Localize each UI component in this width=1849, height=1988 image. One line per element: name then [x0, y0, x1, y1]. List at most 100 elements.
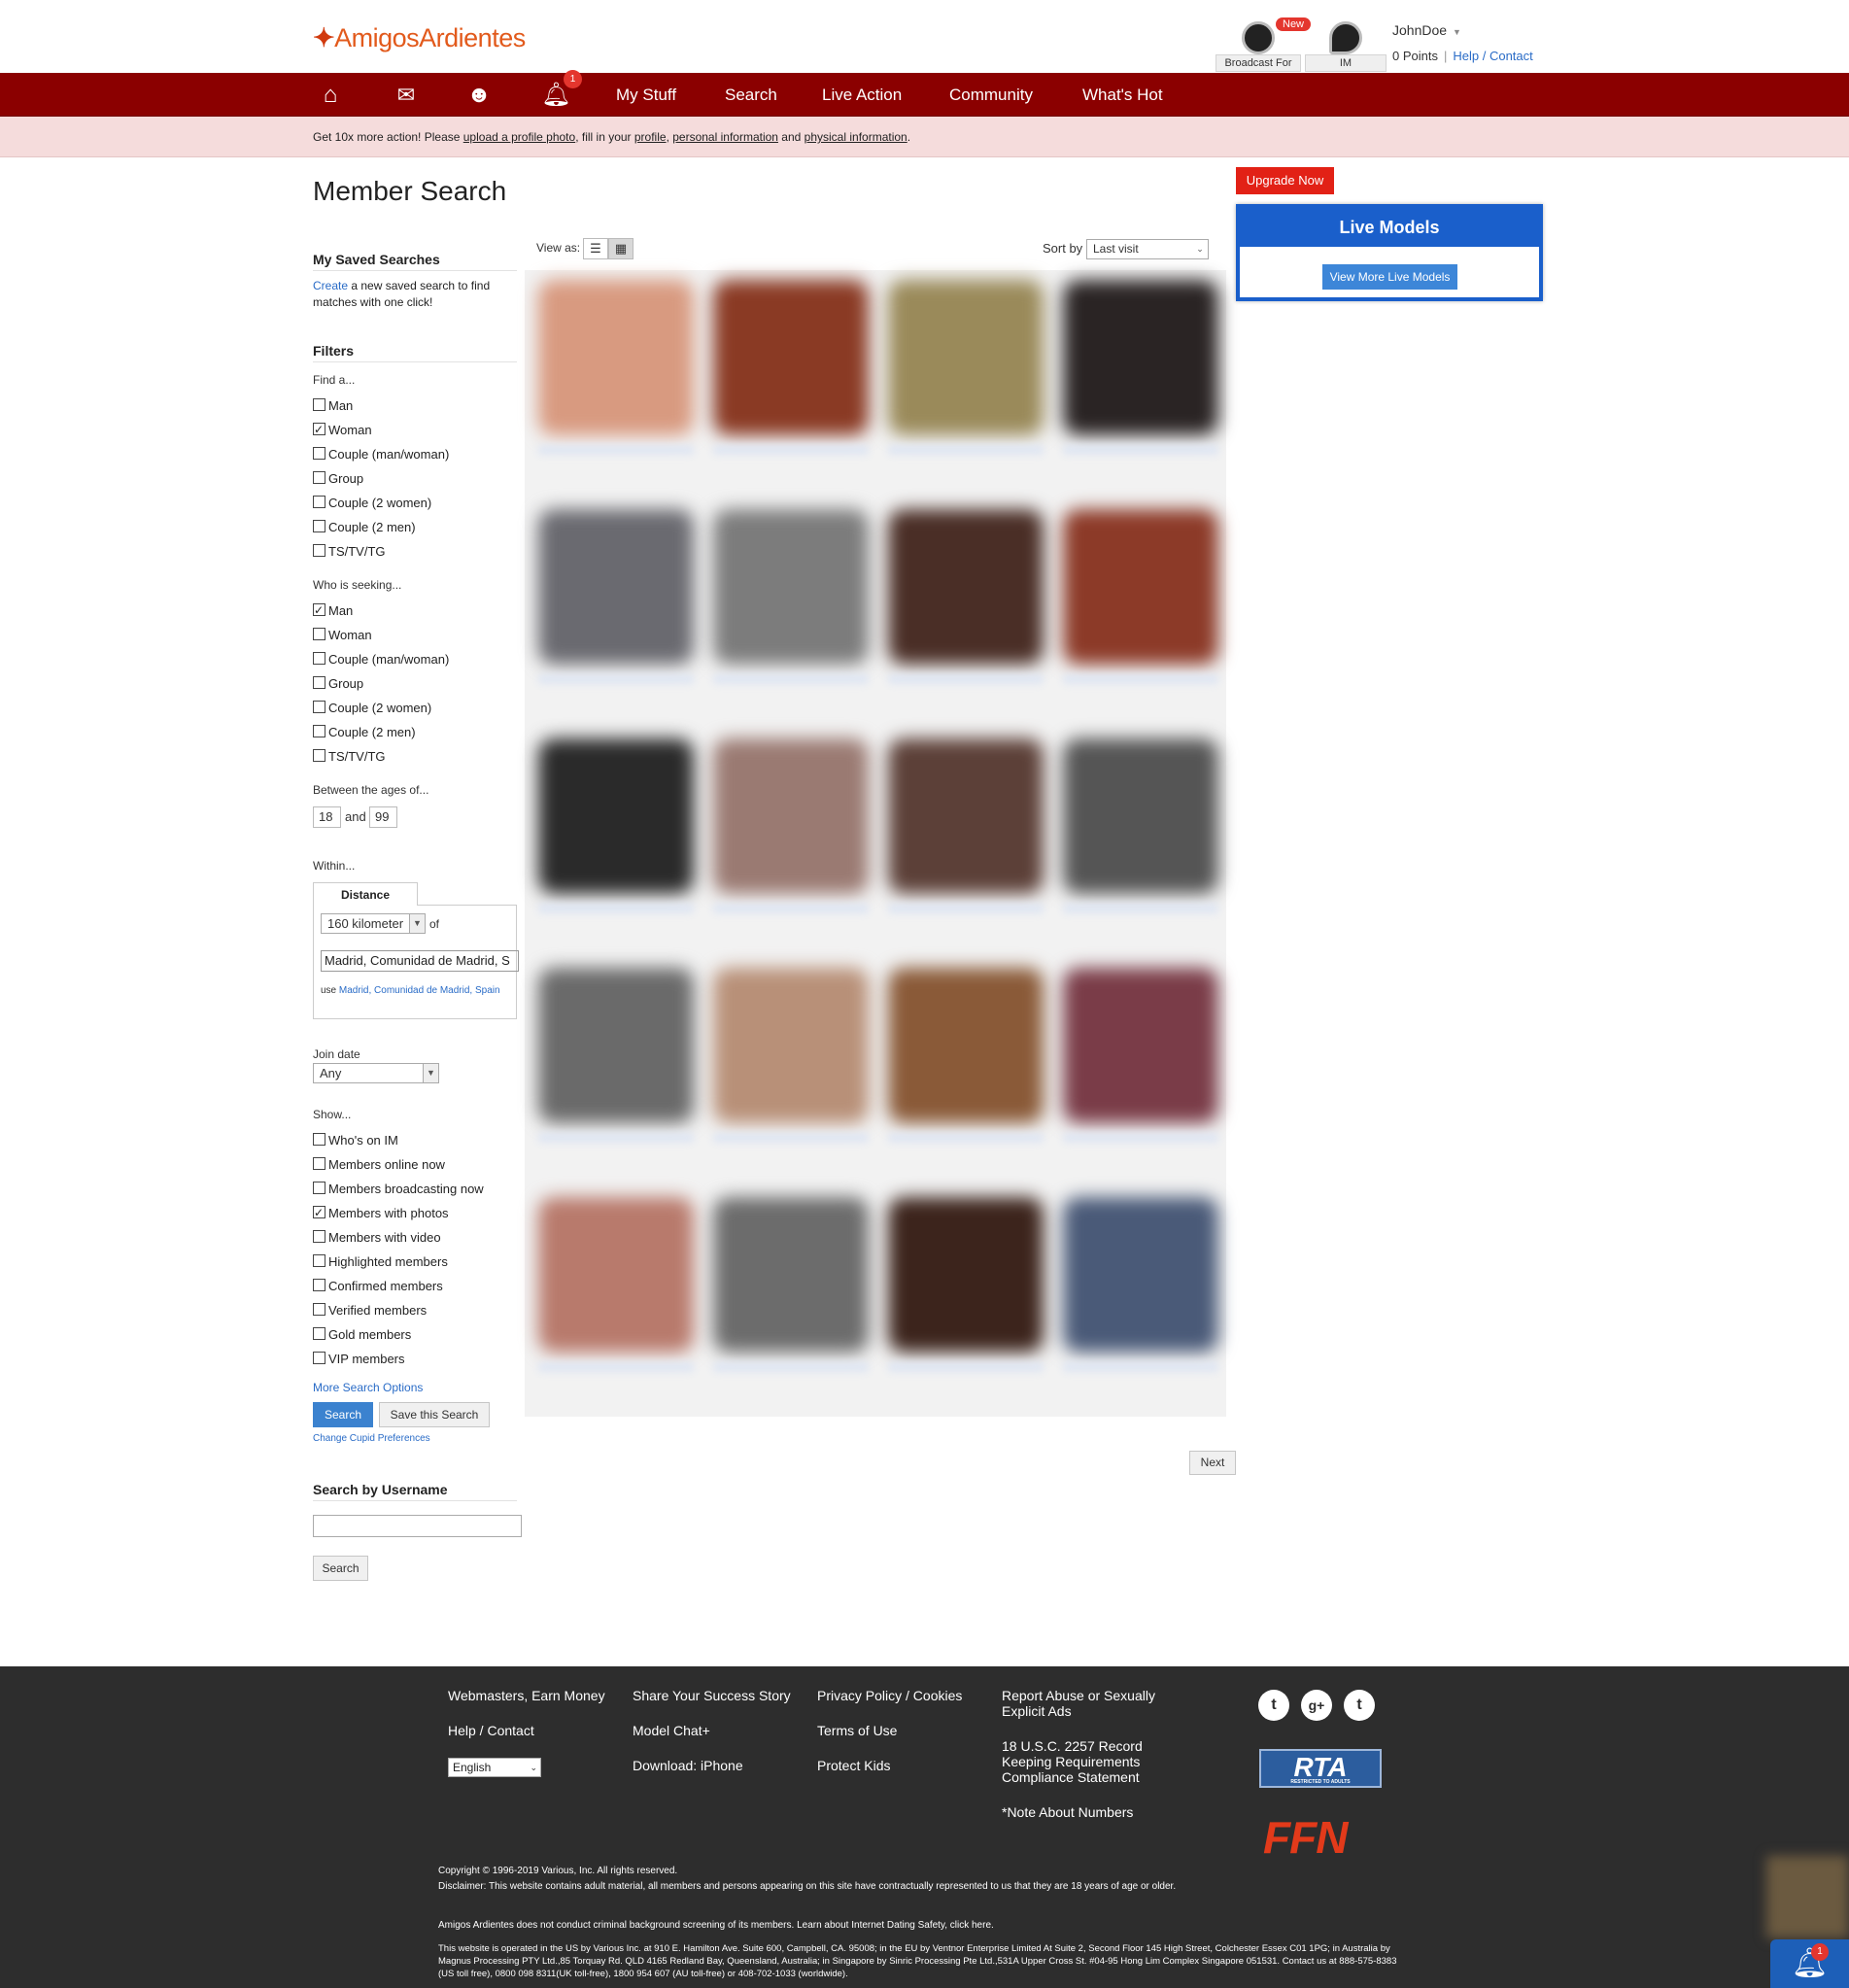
language-select[interactable]: English ⌄	[448, 1758, 541, 1777]
im-button[interactable]: IM	[1305, 21, 1387, 72]
member-result-card[interactable]	[1055, 958, 1228, 1157]
checkbox[interactable]	[313, 496, 325, 508]
member-result-card[interactable]	[705, 270, 878, 469]
show-option[interactable]: Members with video	[313, 1228, 441, 1248]
footer-privacy-link[interactable]: Privacy Policy / Cookies	[817, 1688, 962, 1703]
member-result-card[interactable]	[1055, 270, 1228, 469]
seeking-option[interactable]: Couple (2 men)	[313, 723, 416, 742]
member-photo[interactable]	[1063, 738, 1218, 894]
member-photo[interactable]	[1063, 1197, 1218, 1353]
list-view-icon[interactable]: ☰	[583, 238, 608, 259]
nav-live-action[interactable]: Live Action	[822, 73, 902, 117]
show-option[interactable]: Members with photos	[313, 1203, 449, 1223]
member-result-card[interactable]	[705, 958, 878, 1157]
member-photo[interactable]	[888, 509, 1044, 665]
member-caption[interactable]	[1063, 674, 1218, 684]
checkbox[interactable]	[313, 471, 325, 484]
checkbox[interactable]	[313, 701, 325, 713]
member-result-card[interactable]	[705, 1187, 878, 1387]
grid-view-icon[interactable]: ▦	[608, 238, 633, 259]
footer-terms-link[interactable]: Terms of Use	[817, 1723, 897, 1738]
find-option[interactable]: Woman	[313, 420, 372, 440]
twitter-icon[interactable]: t	[1258, 1690, 1289, 1721]
checkbox[interactable]	[313, 420, 325, 439]
checkbox[interactable]	[313, 520, 325, 532]
show-option[interactable]: Highlighted members	[313, 1252, 448, 1272]
checkbox[interactable]	[313, 1279, 325, 1291]
checkbox[interactable]	[313, 652, 325, 665]
footer-success-story-link[interactable]: Share Your Success Story	[633, 1688, 791, 1703]
member-result-card[interactable]	[880, 958, 1053, 1157]
footer-note-numbers-link[interactable]: *Note About Numbers	[1002, 1804, 1133, 1820]
member-result-card[interactable]	[1055, 729, 1228, 928]
location-input[interactable]: Madrid, Comunidad de Madrid, S	[321, 950, 519, 972]
footer-model-chat-link[interactable]: Model Chat+	[633, 1723, 710, 1738]
seeking-option[interactable]: Man	[313, 600, 353, 621]
tab-distance[interactable]: Distance	[313, 882, 418, 906]
member-caption[interactable]	[1063, 1133, 1218, 1143]
checkbox[interactable]	[313, 447, 325, 460]
bell-icon[interactable]: 🔔︎	[541, 82, 570, 109]
member-photo[interactable]	[888, 968, 1044, 1123]
site-logo[interactable]: ✦AmigosArdientes	[313, 23, 526, 53]
member-result-card[interactable]	[531, 499, 703, 699]
show-option[interactable]: Verified members	[313, 1301, 427, 1320]
checkbox[interactable]	[313, 1254, 325, 1267]
profile-link[interactable]: profile	[634, 130, 667, 144]
member-caption[interactable]	[538, 904, 694, 913]
member-caption[interactable]	[713, 904, 869, 913]
help-contact-link[interactable]: Help / Contact	[1453, 49, 1532, 63]
age-max-input[interactable]: 99	[369, 806, 397, 828]
member-result-card[interactable]	[880, 1187, 1053, 1387]
member-caption[interactable]	[713, 1133, 869, 1143]
checkbox[interactable]	[313, 1303, 325, 1316]
show-option[interactable]: Members broadcasting now	[313, 1180, 484, 1199]
home-icon[interactable]: ⌂	[317, 82, 344, 109]
distance-select[interactable]: 160 kilometer ▼	[321, 913, 426, 934]
show-option[interactable]: Members online now	[313, 1155, 445, 1175]
upgrade-button[interactable]: Upgrade Now	[1236, 167, 1334, 194]
checkbox[interactable]	[313, 749, 325, 762]
physical-info-link[interactable]: physical information	[805, 130, 907, 144]
member-photo[interactable]	[713, 509, 869, 665]
member-photo[interactable]	[538, 738, 694, 894]
member-result-card[interactable]	[531, 1187, 703, 1387]
join-date-select[interactable]: Any ▼	[313, 1063, 439, 1083]
member-caption[interactable]	[538, 1133, 694, 1143]
member-caption[interactable]	[538, 445, 694, 455]
find-option[interactable]: Couple (man/woman)	[313, 445, 449, 464]
floating-notifications[interactable]: 🔔︎ 1	[1770, 1939, 1849, 1988]
nav-search[interactable]: Search	[725, 73, 777, 117]
member-photo[interactable]	[538, 968, 694, 1123]
checkbox[interactable]	[313, 725, 325, 737]
member-photo[interactable]	[1063, 968, 1218, 1123]
cupid-preferences-link[interactable]: Change Cupid Preferences	[313, 1433, 430, 1444]
member-photo[interactable]	[713, 1197, 869, 1353]
member-result-card[interactable]	[880, 729, 1053, 928]
checkbox[interactable]	[313, 676, 325, 689]
username-search-input[interactable]	[313, 1515, 522, 1537]
member-caption[interactable]	[713, 674, 869, 684]
checkbox[interactable]	[313, 1157, 325, 1170]
seeking-option[interactable]: Group	[313, 674, 363, 694]
checkbox[interactable]	[313, 1182, 325, 1194]
floating-thumbnail[interactable]	[1766, 1856, 1849, 1938]
member-photo[interactable]	[713, 968, 869, 1123]
member-photo[interactable]	[538, 509, 694, 665]
username-search-button[interactable]: Search	[313, 1556, 368, 1581]
member-photo[interactable]	[888, 738, 1044, 894]
checkbox[interactable]	[313, 1352, 325, 1364]
nav-community[interactable]: Community	[949, 73, 1033, 117]
footer-download-iphone-link[interactable]: Download: iPhone	[633, 1758, 743, 1773]
seeking-option[interactable]: TS/TV/TG	[313, 747, 386, 767]
nav-whats-hot[interactable]: What's Hot	[1082, 73, 1163, 117]
member-caption[interactable]	[888, 674, 1044, 684]
checkbox[interactable]	[313, 628, 325, 640]
seeking-option[interactable]: Couple (2 women)	[313, 699, 431, 718]
show-option[interactable]: Gold members	[313, 1325, 411, 1345]
checkbox[interactable]	[313, 1327, 325, 1340]
member-caption[interactable]	[888, 445, 1044, 455]
find-option[interactable]: Man	[313, 396, 353, 416]
member-result-card[interactable]	[705, 729, 878, 928]
checkbox[interactable]	[313, 600, 325, 620]
